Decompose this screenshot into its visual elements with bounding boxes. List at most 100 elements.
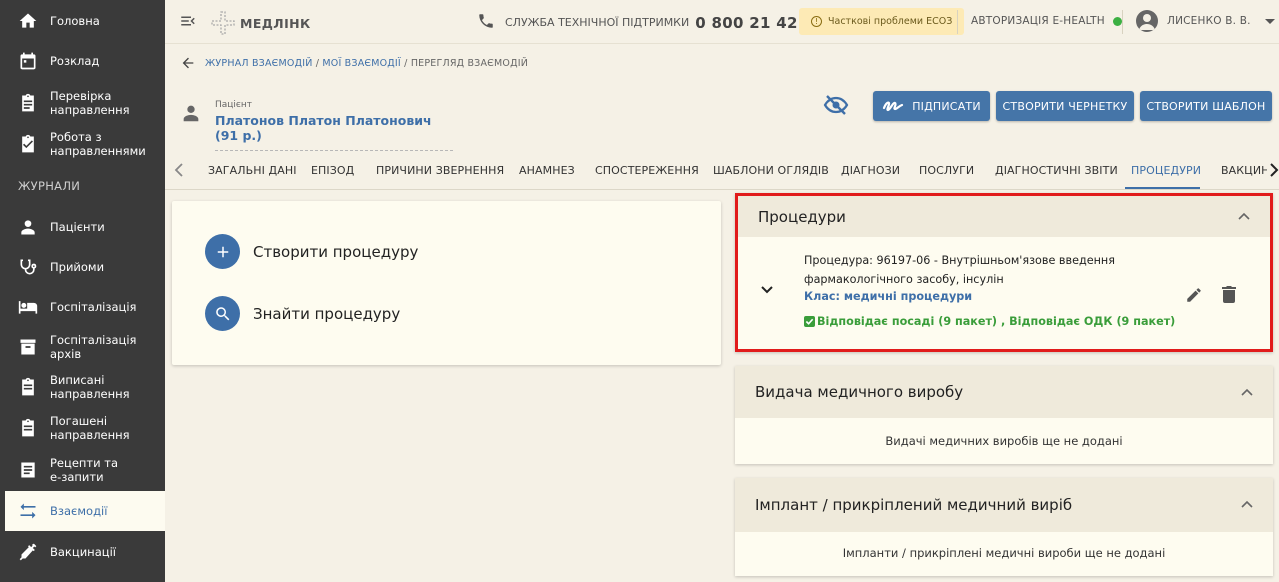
person-icon <box>183 105 199 122</box>
sidebar-item-label: Перевірка направлення <box>50 89 130 117</box>
breadcrumb-separator: / <box>404 58 408 69</box>
create-draft-label: СТВОРИТИ ЧЕРНЕТКУ <box>1002 99 1128 113</box>
clipboard-icon <box>18 377 38 397</box>
avatar <box>1136 10 1158 32</box>
breadcrumb-link-journal[interactable]: ЖУРНАЛ ВЗАЄМОДІЙ <box>205 58 313 69</box>
create-procedure-label: Створити процедуру <box>253 242 419 261</box>
logo-mark-icon <box>211 11 235 35</box>
procedure-class: Клас: медичні процедури <box>804 290 973 303</box>
sidebar-item-label: Пацієнти <box>50 220 105 234</box>
breadcrumb-separator: / <box>315 58 320 69</box>
implants-empty: Імпланти / прикріплені медичні вироби ще… <box>842 546 1166 560</box>
sign-button[interactable]: ПІДПИСАТИ <box>873 91 990 121</box>
sidebar-item-label: Головна <box>50 14 100 28</box>
sidebar-item-interactions[interactable]: Взаємодії <box>5 491 165 531</box>
phone-icon <box>477 12 505 33</box>
edit-icon[interactable] <box>1185 286 1203 304</box>
tab-observations[interactable]: СПОСТЕРЕЖЕННЯ <box>595 164 699 177</box>
sidebar-item-referrals-work[interactable]: Робота з направленнями <box>0 129 165 159</box>
procedure-title-line: фармакологічного засобу, інсулін <box>804 273 1004 286</box>
procedures-panel-header[interactable]: Процедури <box>738 196 1270 237</box>
procedure-actions-card: Створити процедуру Знайти процедуру <box>172 201 721 365</box>
procedures-panel: Процедури Процедура: 96197-06 - Внутрішн… <box>735 193 1273 352</box>
sidebar-item-label: Розклад <box>50 54 100 68</box>
tab-vaccinations[interactable]: ВАКЦИН <box>1221 164 1267 177</box>
receipt-icon <box>18 460 38 480</box>
sidebar-item-home[interactable]: Головна <box>0 8 165 34</box>
ehealth-label: АВТОРИЗАЦІЯ E-HEALTH <box>971 15 1105 27</box>
chevron-down-icon[interactable] <box>760 285 774 295</box>
sidebar-item-patients[interactable]: Пацієнти <box>0 214 165 240</box>
sidebar-item-appointments[interactable]: Прийоми <box>0 254 165 280</box>
sidebar-item-label: Рецепти та е-запити <box>50 456 119 484</box>
patient-label: Пацієнт <box>215 100 252 110</box>
device-dispense-panel-title: Видача медичного виробу <box>755 383 964 401</box>
chevron-down-icon <box>1264 18 1275 24</box>
procedure-match-text: Відповідає посаді (9 пакет) , Відповідає… <box>817 315 1176 328</box>
chevron-up-icon[interactable] <box>1238 211 1250 221</box>
sidebar-item-label: Виписані направлення <box>50 373 130 401</box>
home-icon <box>18 11 38 31</box>
sidebar-item-label: Вакцинації <box>50 545 116 559</box>
find-procedure-button[interactable]: Знайти процедуру <box>205 296 400 331</box>
menu-collapse-icon[interactable] <box>179 12 197 30</box>
tab-diagnostic-reports[interactable]: ДІАГНОСТИЧНІ ЗВІТИ <box>995 164 1118 177</box>
sidebar-item-schedule[interactable]: Розклад <box>0 48 165 74</box>
procedure-title-line: Процедура: 96197-06 - Внутрішньом'язове … <box>804 254 1115 267</box>
clipboard-check-icon <box>18 134 38 154</box>
implants-panel-header[interactable]: Імплант / прикріплений медичний виріб <box>735 478 1273 532</box>
patient-name-link[interactable]: Платонов Платон Платонович (91 р.) <box>215 113 453 151</box>
bed-icon <box>18 297 38 317</box>
sidebar-item-prescriptions[interactable]: Рецепти та е-запити <box>0 455 165 485</box>
create-template-button[interactable]: СТВОРИТИ ШАБЛОН <box>1140 91 1272 121</box>
user-name: ЛИСЕНКО В. В. <box>1167 15 1251 27</box>
support-line: СЛУЖБА ТЕХНІЧНОЇ ПІДТРИМКИ 0 800 21 42 0… <box>477 12 825 33</box>
procedure-title: Процедура: 96197-06 - Внутрішньом'язове … <box>804 251 1134 289</box>
clipboard-icon <box>18 93 38 113</box>
breadcrumb-current: ПЕРЕГЛЯД ВЗАЄМОДІЙ <box>410 58 529 69</box>
implants-panel: Імплант / прикріплений медичний виріб Ім… <box>735 478 1273 576</box>
sidebar-item-redeemed-referrals[interactable]: Погашені направлення <box>0 413 165 443</box>
person-icon <box>18 217 38 237</box>
ehealth-status[interactable]: АВТОРИЗАЦІЯ E-HEALTH <box>971 15 1122 27</box>
chevron-up-icon[interactable] <box>1241 499 1253 509</box>
signature-icon <box>883 101 904 112</box>
swap-icon <box>18 501 38 521</box>
user-menu[interactable]: ЛИСЕНКО В. В. <box>1136 10 1275 32</box>
tab-services[interactable]: ПОСЛУГИ <box>919 164 974 177</box>
device-dispense-panel-header[interactable]: Видача медичного виробу <box>735 366 1273 418</box>
sidebar-item-vaccinations[interactable]: Вакцинації <box>0 539 165 565</box>
chevron-up-icon[interactable] <box>1241 387 1253 397</box>
breadcrumb-link-my-interactions[interactable]: МОЇ ВЗАЄМОДІЇ <box>322 58 401 69</box>
chevron-left-icon[interactable] <box>173 162 185 178</box>
tab-reasons[interactable]: ПРИЧИНИ ЗВЕРНЕННЯ <box>376 164 504 177</box>
archive-icon <box>18 337 38 357</box>
topbar: МЕДЛІНК СЛУЖБА ТЕХНІЧНОЇ ПІДТРИМКИ 0 800… <box>165 0 1279 44</box>
tab-procedures[interactable]: ПРОЦЕДУРИ <box>1131 164 1201 177</box>
tab-episode[interactable]: ЕПІЗОД <box>311 164 354 177</box>
tab-diagnoses[interactable]: ДІАГНОЗИ <box>841 164 900 177</box>
tab-anamnesis[interactable]: АНАМНЕЗ <box>519 164 575 177</box>
device-dispense-panel: Видача медичного виробу Видачі медичних … <box>735 366 1273 464</box>
delete-icon[interactable] <box>1221 285 1237 303</box>
breadcrumb: ЖУРНАЛ ВЗАЄМОДІЙ / МОЇ ВЗАЄМОДІЇ / ПЕРЕГ… <box>205 58 528 69</box>
sidebar-item-referral-check[interactable]: Перевірка направлення <box>0 88 165 118</box>
create-procedure-button[interactable]: Створити процедуру <box>205 234 418 269</box>
sidebar: Головна Розклад Перевірка направлення Ро… <box>0 0 165 582</box>
logo[interactable]: МЕДЛІНК <box>210 10 311 36</box>
create-template-label: СТВОРИТИ ШАБЛОН <box>1146 99 1266 113</box>
clipboard-icon <box>18 418 38 438</box>
sign-button-label: ПІДПИСАТИ <box>912 99 981 113</box>
ecoz-warning-badge[interactable]: ! Часткові проблеми ЕСОЗ <box>799 8 965 35</box>
device-dispense-empty: Видачі медичних виробів ще не додані <box>885 434 1123 448</box>
sidebar-item-hospitalization-archive[interactable]: Госпіталізація архів <box>0 333 165 361</box>
plus-icon <box>205 234 240 269</box>
create-draft-button[interactable]: СТВОРИТИ ЧЕРНЕТКУ <box>996 91 1134 121</box>
tab-general[interactable]: ЗАГАЛЬНІ ДАНІ <box>208 164 297 177</box>
tab-exam-templates[interactable]: ШАБЛОНИ ОГЛЯДІВ <box>713 164 829 177</box>
eye-off-icon[interactable] <box>823 93 849 117</box>
back-arrow-icon[interactable] <box>180 55 196 71</box>
chevron-right-icon[interactable] <box>1268 162 1279 178</box>
sidebar-item-hospitalization[interactable]: Госпіталізація <box>0 294 165 320</box>
sidebar-item-issued-referrals[interactable]: Виписані направлення <box>0 372 165 402</box>
